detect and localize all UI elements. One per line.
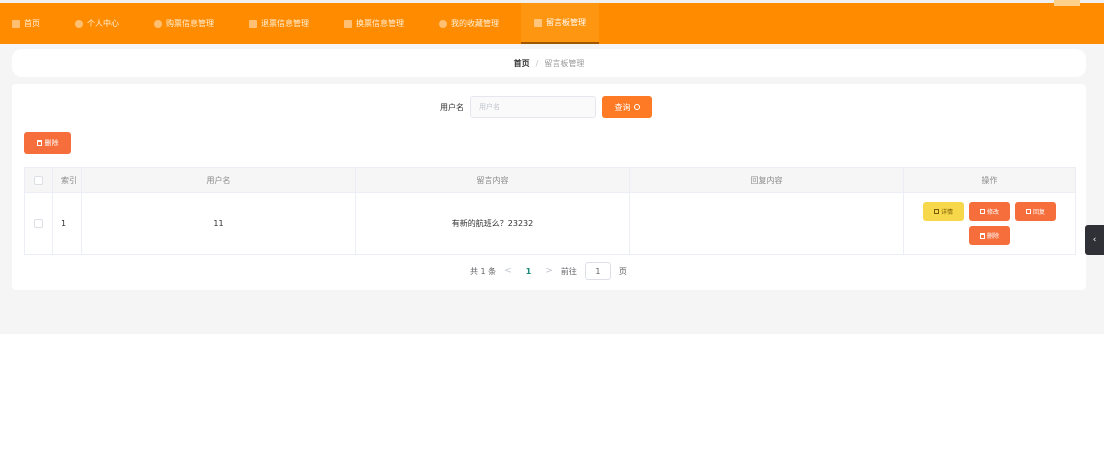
- delete-button[interactable]: 删除: [969, 226, 1010, 245]
- nav-item-label: 个人中心: [87, 19, 119, 28]
- header-username: 用户名: [82, 168, 356, 192]
- user-icon: [75, 19, 83, 28]
- side-drawer-toggle[interactable]: ‹: [1085, 225, 1104, 255]
- header-reply: 回复内容: [630, 168, 904, 192]
- delete-button-label: 删除: [986, 233, 999, 240]
- search-label: 用户名: [440, 102, 464, 112]
- nav-item-label: 退票信息管理: [261, 19, 309, 28]
- username-search-input[interactable]: [470, 96, 596, 118]
- nav-item-label: 换票信息管理: [356, 19, 404, 28]
- bulk-delete-button[interactable]: 删除: [24, 132, 71, 154]
- row-select-cell[interactable]: [25, 193, 53, 254]
- breadcrumb-separator: /: [535, 58, 539, 68]
- pagination-total: 共 1 条: [470, 266, 497, 276]
- chevron-left-icon: ‹: [1092, 235, 1097, 245]
- header-select-all[interactable]: [25, 168, 53, 192]
- reply-button-label: 回复: [1032, 209, 1045, 216]
- table-header: 索引 用户名 留言内容 回复内容 操作: [25, 168, 1075, 193]
- row-content: 有新的航班么？23232: [356, 193, 630, 254]
- edit-icon: [979, 209, 985, 214]
- row-actions-line-2: 删除: [969, 226, 1010, 245]
- nav-item-message-board[interactable]: 留言板管理: [521, 3, 599, 44]
- header-index: 索引: [53, 168, 82, 192]
- trash-icon: [979, 232, 985, 239]
- page-number-current[interactable]: 1: [520, 267, 538, 276]
- nav-item-label: 购票信息管理: [166, 19, 214, 28]
- bulk-delete-label: 删除: [44, 139, 59, 147]
- goto-label: 前往: [560, 266, 577, 276]
- breadcrumb: 首页 / 留言板管理: [12, 49, 1086, 77]
- message-icon: [534, 18, 542, 27]
- search-icon: [633, 104, 640, 110]
- reply-button[interactable]: 回复: [1015, 202, 1056, 221]
- breadcrumb-current: 留言板管理: [544, 58, 585, 68]
- nav-item-personal-center[interactable]: 个人中心: [75, 3, 119, 44]
- row-actions: 详情 修改 回复 删除: [904, 193, 1075, 254]
- row-index: 1: [53, 193, 82, 254]
- trash-icon: [36, 140, 42, 146]
- search-button[interactable]: 查询: [602, 96, 652, 118]
- header-actions: 操作: [981, 175, 998, 185]
- search-button-label: 查询: [614, 102, 631, 112]
- window-control-marker: [1054, 0, 1080, 6]
- main-area: 首页 / 留言板管理 用户名 查询 删除 索引 用户名 留言内容 回复内容 操作: [0, 44, 1104, 464]
- edit-button[interactable]: 修改: [969, 202, 1010, 221]
- nav-item-home[interactable]: 首页: [12, 3, 40, 44]
- refund-icon: [249, 19, 257, 28]
- search-form: 用户名 查询: [440, 96, 652, 118]
- select-all-checkbox[interactable]: [34, 175, 43, 185]
- nav-item-refund[interactable]: 退票信息管理: [249, 3, 309, 44]
- row-username: 11: [82, 193, 356, 254]
- table-row: 1 11 有新的航班么？23232 详情 修改 回复 删除: [25, 193, 1075, 254]
- message-table: 索引 用户名 留言内容 回复内容 操作 1 11 有新的航班么？23232 详情: [24, 167, 1076, 255]
- nav-item-label: 首页: [24, 19, 40, 28]
- home-icon: [12, 19, 20, 28]
- ticket-icon: [154, 19, 162, 28]
- edit-button-label: 修改: [986, 209, 999, 216]
- content-card: 用户名 查询 删除 索引 用户名 留言内容 回复内容 操作 1: [12, 84, 1086, 290]
- row-actions-line-1: 详情 修改 回复: [923, 202, 1056, 221]
- nav-item-favorites[interactable]: 我的收藏管理: [439, 3, 499, 44]
- row-reply: [630, 193, 904, 254]
- pagination: 共 1 条 < 1 > 前往 页: [470, 262, 627, 280]
- next-page-button[interactable]: >: [545, 266, 553, 276]
- prev-page-button[interactable]: <: [504, 266, 512, 276]
- page-background: [0, 334, 1104, 464]
- detail-button-label: 详情: [940, 209, 953, 216]
- breadcrumb-home[interactable]: 首页: [514, 58, 530, 69]
- goto-page-input[interactable]: [584, 262, 611, 280]
- document-icon: [933, 209, 939, 214]
- row-checkbox[interactable]: [34, 219, 43, 228]
- reply-icon: [1025, 209, 1031, 214]
- nav-item-exchange[interactable]: 换票信息管理: [344, 3, 404, 44]
- detail-button[interactable]: 详情: [923, 202, 964, 221]
- star-icon: [439, 19, 447, 28]
- nav-item-purchase[interactable]: 购票信息管理: [154, 3, 214, 44]
- top-navigation: 首页 个人中心 购票信息管理 退票信息管理 换票信息管理 我的收藏管理 留言板管…: [0, 0, 1104, 44]
- nav-item-label: 我的收藏管理: [451, 19, 499, 28]
- page-suffix: 页: [618, 266, 627, 276]
- grid-icon: [344, 19, 352, 28]
- nav-item-label: 留言板管理: [546, 18, 586, 27]
- header-content: 留言内容: [356, 168, 630, 192]
